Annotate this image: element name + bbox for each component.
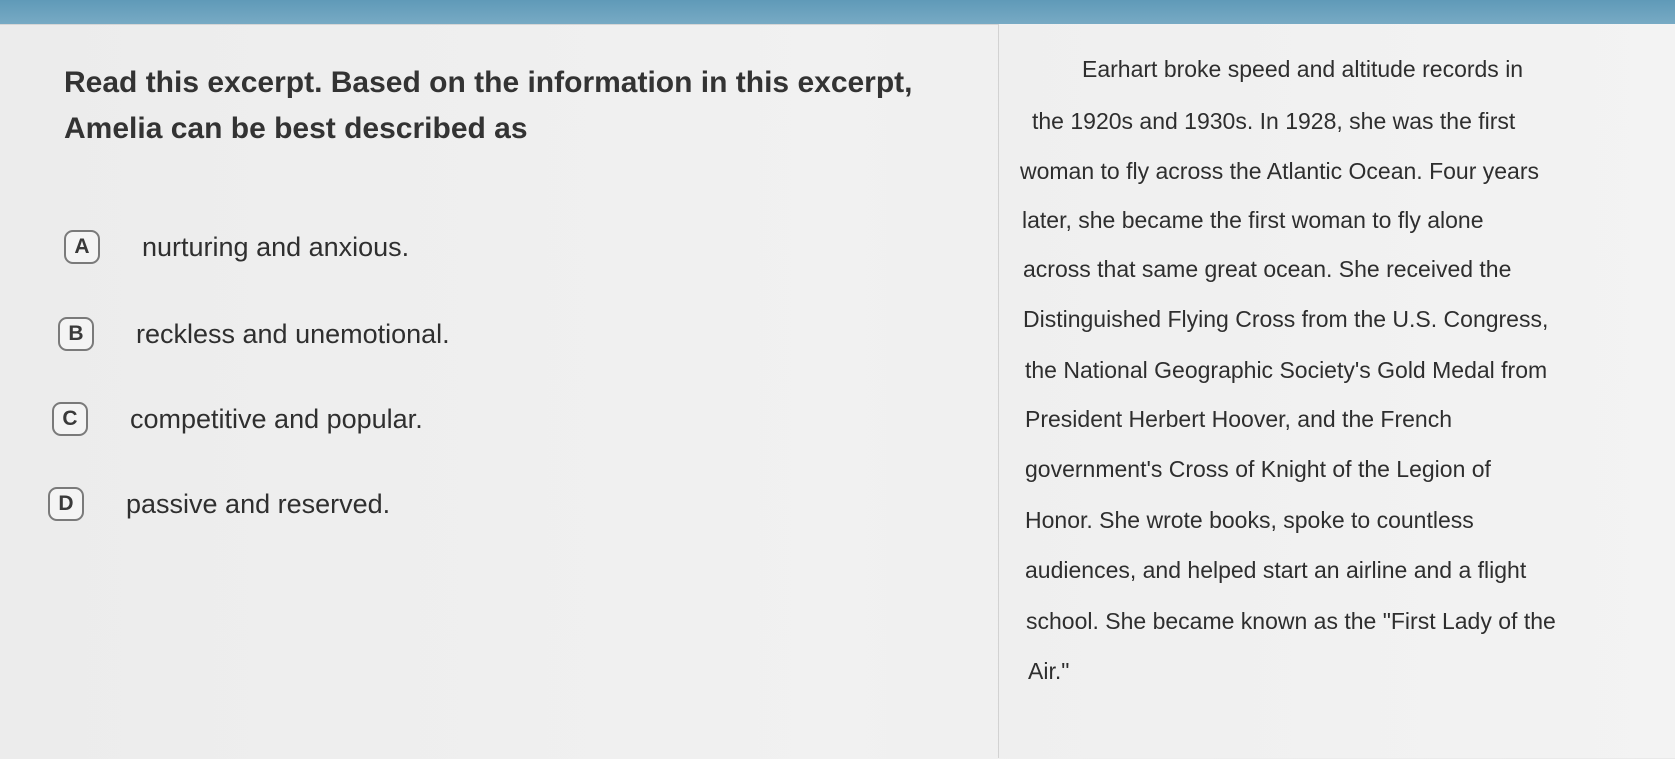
choice-c-label[interactable]: competitive and popular. — [130, 404, 423, 435]
choice-a-label[interactable]: nurturing and anxious. — [142, 232, 409, 263]
passage-line-9: government's Cross of Knight of the Legi… — [1025, 456, 1491, 482]
question-prompt: Read this excerpt. Based on the informat… — [64, 66, 913, 145]
question-panel: Read this excerpt. Based on the informat… — [0, 24, 998, 758]
choice-b[interactable]: B reckless and unemotional. — [58, 317, 450, 351]
passage-line-2: the 1920s and 1930s. In 1928, she was th… — [1032, 108, 1516, 134]
choice-b-label[interactable]: reckless and unemotional. — [136, 319, 450, 350]
passage-line-7: the National Geographic Society's Gold M… — [1025, 357, 1548, 383]
passage-line-3: woman to fly across the Atlantic Ocean. … — [1020, 158, 1540, 184]
passage-line-10: Honor. She wrote books, spoke to countle… — [1025, 507, 1474, 533]
choice-c[interactable]: C competitive and popular. — [52, 402, 423, 436]
choice-d-letter-badge[interactable]: D — [48, 487, 84, 521]
passage-line-12: school. She became known as the "First L… — [1026, 608, 1556, 634]
passage-line-13: Air." — [1028, 658, 1070, 684]
passage-line-4: later, she became the first woman to fly… — [1022, 207, 1484, 233]
passage-line-11: audiences, and helped start an airline a… — [1025, 557, 1527, 583]
passage-line-5: across that same great ocean. She receiv… — [1023, 256, 1512, 282]
choice-a[interactable]: A nurturing and anxious. — [64, 230, 409, 264]
choice-a-letter-badge[interactable]: A — [64, 230, 100, 264]
passage-line-1: Earhart broke speed and altitude records… — [1082, 56, 1524, 82]
choice-c-letter-badge[interactable]: C — [52, 402, 88, 436]
choice-d[interactable]: D passive and reserved. — [48, 487, 390, 521]
choice-b-letter-badge[interactable]: B — [58, 317, 94, 351]
choice-d-label[interactable]: passive and reserved. — [126, 489, 390, 520]
passage-line-6: Distinguished Flying Cross from the U.S.… — [1023, 306, 1549, 332]
passage-line-8: President Herbert Hoover, and the French — [1025, 406, 1453, 432]
